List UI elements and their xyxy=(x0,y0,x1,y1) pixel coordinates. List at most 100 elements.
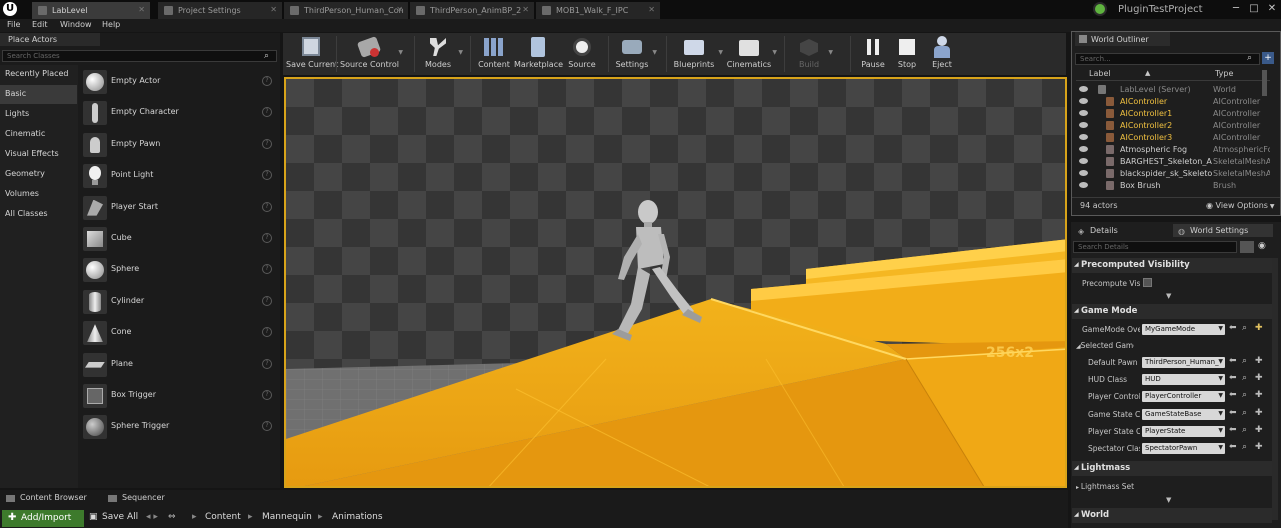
expand-advanced-icon[interactable]: ▼ xyxy=(1166,292,1171,300)
outliner-row[interactable]: LabLevel (Server) World xyxy=(1076,84,1270,96)
save-all-button[interactable]: ▣ Save All xyxy=(89,512,138,522)
browse-icon[interactable]: ⌕ xyxy=(1242,425,1247,435)
tab-details[interactable]: ◈ Details xyxy=(1073,224,1171,237)
close-tab-icon[interactable]: ✕ xyxy=(522,5,529,14)
new-blueprint-icon[interactable]: ✚ xyxy=(1255,323,1263,333)
chevron-down-icon[interactable]: ▼ xyxy=(652,49,657,56)
use-selected-icon[interactable]: ⬅ xyxy=(1229,323,1237,333)
lightmass-settings-label[interactable]: ▸ Lightmass Settin xyxy=(1076,482,1134,491)
browse-icon[interactable]: ⌕ xyxy=(1242,323,1247,333)
place-item-empty-character[interactable]: Empty Character? xyxy=(80,98,278,128)
browse-icon[interactable]: ⌕ xyxy=(1242,442,1247,452)
tab-world-settings[interactable]: ◍ World Settings xyxy=(1173,224,1273,237)
details-scrollbar[interactable] xyxy=(1272,258,1278,520)
class-combo[interactable]: GameStateBase ▼ xyxy=(1142,408,1225,420)
browse-icon[interactable]: ⌕ xyxy=(1242,356,1247,366)
editor-tab-0[interactable]: LabLevel ✕ xyxy=(32,2,150,19)
new-class-icon[interactable]: ✚ xyxy=(1255,390,1263,400)
toolbar-source-control-button[interactable]: Source Control ▼ xyxy=(340,33,403,75)
menu-help[interactable]: Help xyxy=(102,20,120,29)
use-selected-icon[interactable]: ⬅ xyxy=(1229,442,1237,452)
editor-tab-4[interactable]: MOB1_Walk_F_IPC ✕ xyxy=(536,2,660,19)
outliner-row[interactable]: blackspider_sk_Skeleton_ASkeletalMeshA xyxy=(1076,168,1270,180)
help-icon[interactable]: ? xyxy=(262,421,272,432)
outliner-row[interactable]: Box Brush Brush xyxy=(1076,180,1270,192)
breadcrumb-mannequin[interactable]: Mannequin xyxy=(262,512,312,522)
category-cinematic[interactable]: Cinematic xyxy=(0,125,77,144)
visibility-eye-icon[interactable] xyxy=(1079,110,1088,116)
help-icon[interactable]: ? xyxy=(262,107,272,118)
outliner-col-label[interactable]: Label xyxy=(1089,69,1111,78)
search-classes-input[interactable]: Search Classes xyxy=(2,50,277,62)
help-icon[interactable]: ? xyxy=(262,390,272,400)
maximize-icon[interactable]: □ xyxy=(1246,1,1262,17)
section-game-mode[interactable]: ◢ Game Mode xyxy=(1072,304,1272,319)
class-combo[interactable]: ThirdPerson_Human_ ▼ xyxy=(1142,357,1225,368)
menu-edit[interactable]: Edit xyxy=(32,20,48,29)
unreal-logo-icon[interactable]: U xyxy=(3,2,17,16)
chevron-down-icon[interactable]: ▼ xyxy=(718,49,723,56)
view-options-button[interactable]: ◉ View Options ▼ xyxy=(1206,201,1274,210)
section-lightmass[interactable]: ◢ Lightmass xyxy=(1072,461,1272,476)
category-basic[interactable]: Basic xyxy=(0,85,77,104)
place-item-box-trigger[interactable]: Box Trigger? xyxy=(80,381,278,411)
help-icon[interactable]: ? xyxy=(262,295,272,306)
toolbar-settings-button[interactable]: Settings ▼ xyxy=(612,33,657,75)
search-icon[interactable]: ⌕ xyxy=(264,51,274,61)
use-selected-icon[interactable]: ⬅ xyxy=(1229,408,1237,418)
toolbar-modes-button[interactable]: Modes ▼ xyxy=(418,33,463,75)
editor-tab-2[interactable]: ThirdPerson_Human_Con ✕ xyxy=(284,2,408,19)
level-viewport[interactable]: 256x2 xyxy=(284,77,1067,488)
tab-content-browser[interactable]: Content Browser xyxy=(0,492,100,505)
browse-icon[interactable]: ⌕ xyxy=(1242,373,1247,383)
help-icon[interactable]: ? xyxy=(262,358,272,369)
visibility-eye-icon[interactable] xyxy=(1079,146,1088,152)
breadcrumb-root-icon[interactable]: ⇔ xyxy=(168,512,176,522)
visibility-eye-icon[interactable] xyxy=(1079,122,1088,128)
place-item-empty-pawn[interactable]: Empty Pawn? xyxy=(80,130,278,160)
world-outliner-tab[interactable]: World Outliner xyxy=(1075,32,1170,46)
category-visual-effects[interactable]: Visual Effects xyxy=(0,145,77,164)
chevron-down-icon[interactable]: ▼ xyxy=(772,49,777,56)
visibility-eye-icon[interactable] xyxy=(1079,170,1088,176)
property-matrix-icon[interactable] xyxy=(1240,241,1254,253)
help-icon[interactable]: ? xyxy=(262,327,272,338)
place-item-player-start[interactable]: Player Start? xyxy=(80,193,278,223)
help-icon[interactable]: ? xyxy=(262,138,272,149)
toolbar-eject-button[interactable]: Eject xyxy=(926,33,958,75)
section-precomputed-visibility[interactable]: ◢ Precomputed Visibility xyxy=(1072,258,1272,273)
close-tab-icon[interactable]: ✕ xyxy=(396,5,403,14)
category-volumes[interactable]: Volumes xyxy=(0,185,77,204)
class-combo[interactable]: PlayerState ▼ xyxy=(1142,425,1225,437)
toolbar-cinematics-button[interactable]: Cinematics ▼ xyxy=(726,33,777,75)
help-icon[interactable]: ? xyxy=(262,264,272,275)
place-item-cube[interactable]: Cube? xyxy=(80,224,278,254)
breadcrumb-animations[interactable]: Animations xyxy=(332,512,383,522)
outliner-row[interactable]: AIController1 AIController xyxy=(1076,108,1270,120)
outliner-row[interactable]: AIController AIController xyxy=(1076,96,1270,108)
outliner-row[interactable]: AIController2 AIController xyxy=(1076,120,1270,132)
section-world[interactable]: ◢ World xyxy=(1072,508,1272,523)
sort-ascending-icon[interactable]: ▲ xyxy=(1145,69,1150,77)
place-item-sphere-trigger[interactable]: Sphere Trigger? xyxy=(80,412,278,442)
breadcrumb-content[interactable]: Content xyxy=(205,512,241,522)
toolbar-source-button[interactable]: Source xyxy=(566,33,598,75)
toolbar-content-button[interactable]: Content xyxy=(476,33,512,75)
history-back-icon[interactable]: ◂ ▸ xyxy=(146,512,158,522)
close-tab-icon[interactable]: ✕ xyxy=(270,5,277,14)
new-class-icon[interactable]: ✚ xyxy=(1255,425,1263,435)
category-lights[interactable]: Lights xyxy=(0,105,77,124)
place-item-sphere[interactable]: Sphere? xyxy=(80,255,278,285)
close-icon[interactable]: ✕ xyxy=(1264,1,1280,17)
outliner-search-input[interactable]: Search... xyxy=(1075,53,1260,65)
selected-gamemode-label[interactable]: ◢Selected GameM xyxy=(1076,341,1134,350)
add-import-button[interactable]: ✚ Add/Import xyxy=(2,510,84,527)
editor-tab-3[interactable]: ThirdPerson_AnimBP_2 ✕ xyxy=(410,2,534,19)
add-folder-icon[interactable]: + xyxy=(1262,52,1274,64)
class-combo[interactable]: SpectatorPawn ▼ xyxy=(1142,443,1225,454)
category-all-classes[interactable]: All Classes xyxy=(0,205,77,224)
place-actors-tab[interactable]: Place Actors xyxy=(0,33,100,46)
use-selected-icon[interactable]: ⬅ xyxy=(1229,425,1237,435)
chevron-down-icon[interactable]: ▼ xyxy=(828,49,833,56)
help-icon[interactable]: ? xyxy=(262,170,272,181)
